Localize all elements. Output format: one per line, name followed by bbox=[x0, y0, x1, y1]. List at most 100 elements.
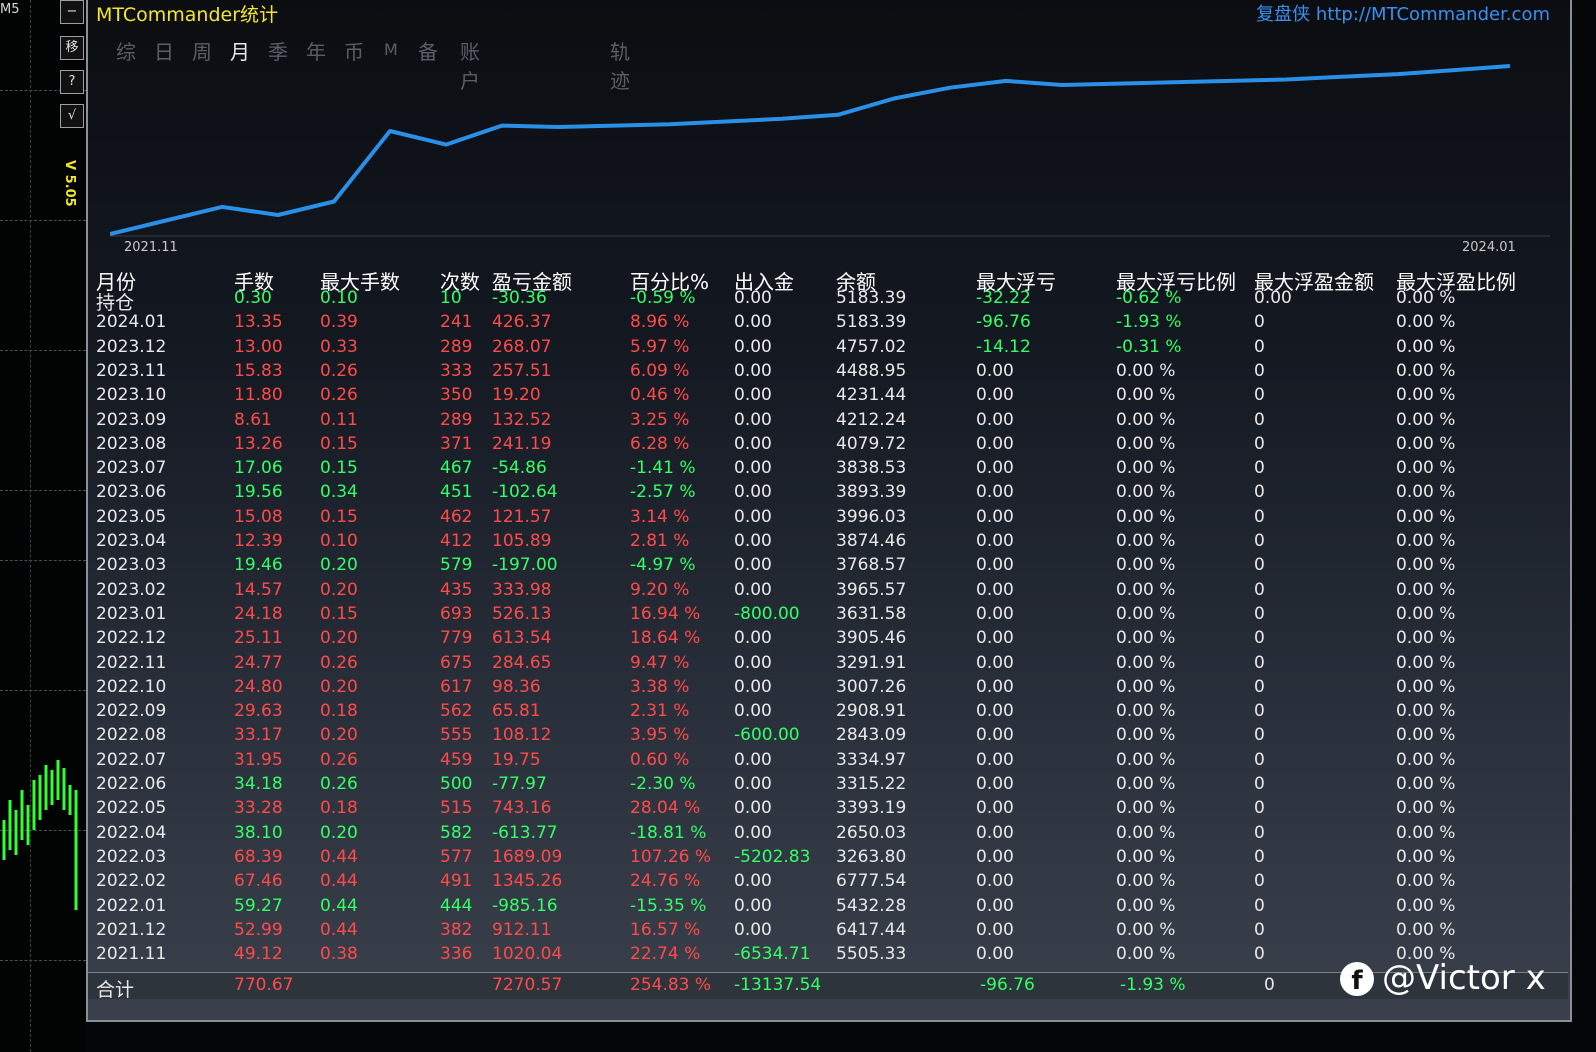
help-button[interactable]: ? bbox=[60, 70, 84, 94]
table-row[interactable]: 2022.07 31.95 0.26 459 19.75 0.60 % 0.00 3334.9… bbox=[88, 750, 1568, 774]
cell-balance: 3893.39 bbox=[836, 482, 907, 503]
cell-max-float-loss: 0.00 bbox=[976, 409, 1014, 430]
cell-balance: 3631.58 bbox=[836, 603, 907, 624]
cell-month: 2022.05 bbox=[96, 798, 167, 819]
brand-link[interactable]: 复盘侠 http://MTCommander.com bbox=[1256, 0, 1550, 26]
table-row[interactable]: 2023.04 12.39 0.10 412 105.89 2.81 % 0.00 3874.… bbox=[88, 531, 1568, 555]
cell-max-float-loss-pct: 0.00 % bbox=[1116, 360, 1176, 381]
timeframe-label: M5 bbox=[0, 2, 20, 17]
cell-pnl: 241.19 bbox=[492, 433, 552, 454]
table-row[interactable]: 2022.09 29.63 0.18 562 65.81 2.31 % 0.00 2908.9… bbox=[88, 701, 1568, 725]
cell-count: 500 bbox=[440, 774, 473, 794]
table-row[interactable]: 2023.01 24.18 0.15 693 526.13 16.94 % -800.00 3… bbox=[88, 604, 1568, 628]
table-row[interactable]: 2022.05 33.28 0.18 515 743.16 28.04 % 0.00 3393… bbox=[88, 798, 1568, 822]
cell-balance: 3905.46 bbox=[836, 628, 907, 649]
cell-pct: 16.57 % bbox=[630, 919, 701, 940]
cell-balance: 4231.44 bbox=[836, 385, 907, 406]
cell-max-lots: 0.10 bbox=[320, 531, 358, 551]
table-row[interactable]: 2022.06 34.18 0.26 500 -77.97 -2.30 % 0.00 3315… bbox=[88, 774, 1568, 798]
cell-balance: 4488.95 bbox=[836, 360, 907, 381]
table-row[interactable]: 2023.02 14.57 0.20 435 333.98 9.20 % 0.00 3965.… bbox=[88, 580, 1568, 604]
cell-max-lots: 0.26 bbox=[320, 749, 358, 770]
cell-count: 555 bbox=[440, 725, 473, 746]
table-row[interactable]: 2023.03 19.46 0.20 579 -197.00 -4.97 % 0.00 376… bbox=[88, 555, 1568, 579]
cell-max-float-loss: 0.00 bbox=[976, 433, 1014, 454]
table-row[interactable]: 2023.08 13.26 0.15 371 241.19 6.28 % 0.00 4079.… bbox=[88, 434, 1568, 458]
tab-day[interactable]: 日 bbox=[154, 36, 174, 65]
cell-lots: 68.39 bbox=[234, 846, 283, 867]
cell-max-float-loss: 0.00 bbox=[976, 846, 1014, 867]
table-row[interactable]: 持仓 0.30 0.10 10 -30.36 -0.59 % 0.00 5183.39 -32.… bbox=[88, 288, 1568, 314]
cell-balance: 3838.53 bbox=[836, 458, 907, 479]
cell-balance: 3393.19 bbox=[836, 798, 907, 819]
cell-max-float-profit: 0 bbox=[1254, 652, 1265, 673]
total-lots: 770.67 bbox=[234, 975, 294, 995]
cell-flow: 0.00 bbox=[734, 385, 772, 406]
cell-pnl: 426.37 bbox=[492, 312, 552, 333]
table-row[interactable]: 2024.01 13.35 0.39 241 426.37 8.96 % 0.00 5183.… bbox=[88, 312, 1568, 336]
tab-quarter[interactable]: 季 bbox=[268, 36, 288, 65]
cell-max-float-loss: 0.00 bbox=[976, 895, 1014, 916]
table-row[interactable]: 2023.09 8.61 0.11 289 132.52 3.25 % 0.00 4212.2… bbox=[88, 410, 1568, 434]
cell-pnl: 132.52 bbox=[492, 409, 552, 430]
cell-flow: -6534.71 bbox=[734, 944, 811, 965]
cell-max-float-profit: 0 bbox=[1254, 944, 1265, 965]
cell-max-float-loss-pct: 0.00 % bbox=[1116, 774, 1176, 794]
cell-pnl: 19.75 bbox=[492, 749, 541, 770]
cell-month: 2022.10 bbox=[96, 676, 167, 697]
tab-note[interactable]: 备 bbox=[418, 36, 438, 65]
table-row[interactable]: 2022.08 33.17 0.20 555 108.12 3.95 % -600.00 28… bbox=[88, 725, 1568, 749]
tab-summary[interactable]: 综 bbox=[116, 36, 136, 65]
table-row[interactable]: 2022.03 68.39 0.44 577 1689.09 107.26 % -5202.… bbox=[88, 847, 1568, 871]
cell-max-lots: 0.33 bbox=[320, 336, 358, 357]
cell-month: 2023.06 bbox=[96, 482, 167, 503]
minimize-button[interactable]: − bbox=[60, 0, 84, 24]
cell-count: 562 bbox=[440, 701, 473, 722]
cell-max-float-profit: 0 bbox=[1254, 531, 1265, 551]
table-row[interactable]: 2023.10 11.80 0.26 350 19.20 0.46 % 0.00 4231.4… bbox=[88, 385, 1568, 409]
table-row[interactable]: 2022.10 24.80 0.20 617 98.36 3.38 % 0.00 3007.2… bbox=[88, 677, 1568, 701]
cell-max-float-loss: 0.00 bbox=[976, 603, 1014, 624]
cell-max-float-loss-pct: 0.00 % bbox=[1116, 531, 1176, 551]
cell-lots: 8.61 bbox=[234, 409, 272, 430]
table-row[interactable]: 2022.12 25.11 0.20 779 613.54 18.64 % 0.00 3905… bbox=[88, 628, 1568, 652]
tab-m[interactable]: M bbox=[384, 40, 398, 59]
cell-max-float-loss-pct: 0.00 % bbox=[1116, 944, 1176, 965]
cell-pct: -4.97 % bbox=[630, 555, 696, 576]
cell-max-float-profit-pct: 0.00 % bbox=[1396, 774, 1456, 794]
tab-week[interactable]: 周 bbox=[192, 36, 212, 65]
table-row[interactable]: 2022.02 67.46 0.44 491 1345.26 24.76 % 0.00 677… bbox=[88, 871, 1568, 895]
cell-pnl: -30.36 bbox=[492, 288, 547, 308]
cell-month: 持仓 bbox=[96, 292, 135, 314]
table-row[interactable]: 2023.06 19.56 0.34 451 -102.64 -2.57 % 0.00 389… bbox=[88, 482, 1568, 506]
cell-max-float-loss-pct: 0.00 % bbox=[1116, 749, 1176, 770]
cell-max-float-loss-pct: 0.00 % bbox=[1116, 652, 1176, 673]
table-row[interactable]: 2021.12 52.99 0.44 382 912.11 16.57 % 0.00 6417… bbox=[88, 920, 1568, 944]
brand-name: 复盘侠 bbox=[1256, 4, 1311, 25]
tab-year[interactable]: 年 bbox=[306, 36, 326, 65]
cell-lots: 31.95 bbox=[234, 749, 283, 770]
table-row[interactable]: 2022.01 59.27 0.44 444 -985.16 -15.35 % 0.00 54… bbox=[88, 896, 1568, 920]
cell-max-lots: 0.10 bbox=[320, 288, 358, 308]
table-row[interactable]: 2023.11 15.83 0.26 333 257.51 6.09 % 0.00 4488.… bbox=[88, 361, 1568, 385]
cell-balance: 3965.57 bbox=[836, 579, 907, 600]
cell-lots: 49.12 bbox=[234, 944, 283, 965]
cell-max-float-profit: 0 bbox=[1254, 725, 1265, 746]
tab-month[interactable]: 月 bbox=[230, 36, 250, 65]
cell-max-float-profit-pct: 0.00 % bbox=[1396, 433, 1456, 454]
table-row[interactable]: 2023.12 13.00 0.33 289 268.07 5.97 % 0.00 4757.… bbox=[88, 337, 1568, 361]
table-row[interactable]: 2023.05 15.08 0.15 462 121.57 3.14 % 0.00 3996.… bbox=[88, 507, 1568, 531]
cell-lots: 19.56 bbox=[234, 482, 283, 503]
check-button[interactable]: √ bbox=[60, 104, 84, 128]
cell-max-lots: 0.44 bbox=[320, 871, 358, 892]
cell-month: 2022.08 bbox=[96, 725, 167, 746]
table-row[interactable]: 2022.04 38.10 0.20 582 -613.77 -18.81 % 0.00 26… bbox=[88, 823, 1568, 847]
tab-symbol[interactable]: 币 bbox=[344, 36, 364, 65]
cell-max-lots: 0.18 bbox=[320, 798, 358, 819]
cell-max-float-profit-pct: 0.00 % bbox=[1396, 385, 1456, 406]
cell-month: 2022.07 bbox=[96, 749, 167, 770]
table-row[interactable]: 2023.07 17.06 0.15 467 -54.86 -1.41 % 0.00 3838… bbox=[88, 458, 1568, 482]
cell-max-float-profit-pct: 0.00 % bbox=[1396, 409, 1456, 430]
table-row[interactable]: 2022.11 24.77 0.26 675 284.65 9.47 % 0.00 3291.… bbox=[88, 653, 1568, 677]
move-button[interactable]: 移 bbox=[60, 36, 84, 60]
